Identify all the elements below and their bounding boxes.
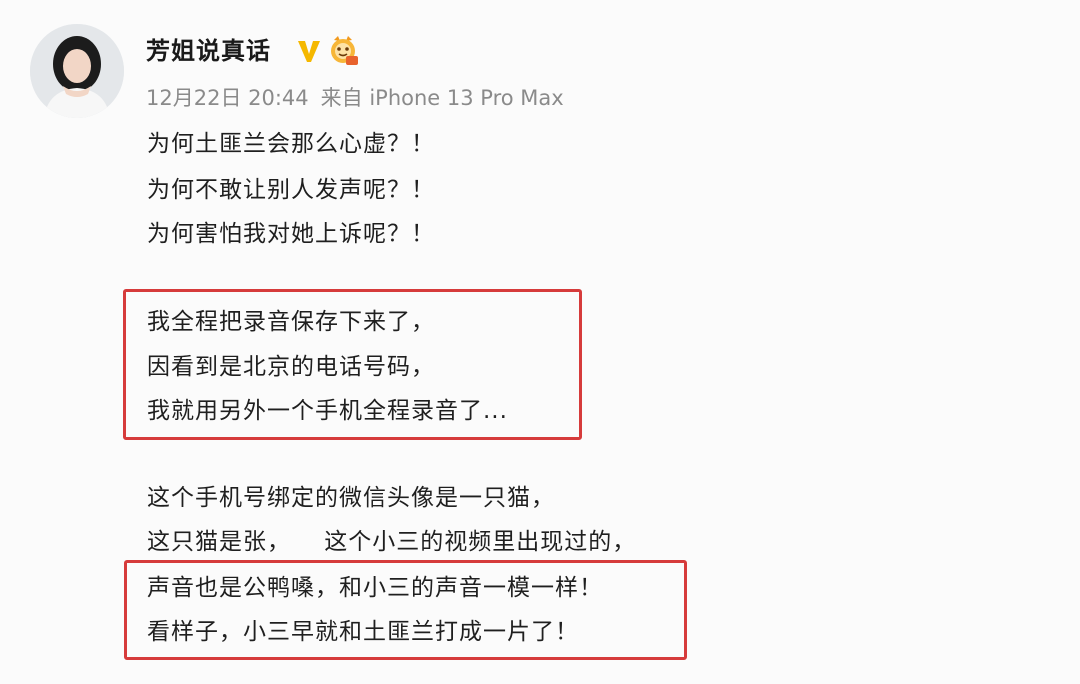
post-line-1: 为何土匪兰会那么心虚？！: [147, 131, 435, 157]
weibo-post-card: 芳姐说真话 12月22日 20:44 来自 iPhone 13 Pro Max 为…: [0, 0, 1080, 684]
post-line-5: 因看到是北京的电话号码，: [147, 354, 435, 380]
post-line-2: 为何不敢让别人发声呢？！: [147, 177, 435, 203]
post-line-7: 这个手机号绑定的微信头像是一只猫，: [147, 485, 555, 511]
post-line-6: 我就用另外一个手机全程录音了...: [147, 398, 508, 424]
avatar-icon: [30, 24, 124, 118]
post-line-10: 看样子，小三早就和土匪兰打成一片了！: [147, 619, 579, 645]
avatar[interactable]: [30, 24, 124, 118]
post-meta: 12月22日 20:44 来自 iPhone 13 Pro Max: [146, 84, 564, 112]
post-line-3: 为何害怕我对她上诉呢？！: [147, 221, 435, 247]
username[interactable]: 芳姐说真话: [146, 36, 271, 66]
post-line-8: 这只猫是张， 这个小三的视频里出现过的，: [147, 529, 637, 555]
post-source: 来自 iPhone 13 Pro Max: [320, 86, 564, 110]
v-verified-icon: [298, 41, 320, 62]
member-badge-icon[interactable]: [326, 34, 360, 66]
post-timestamp[interactable]: 12月22日 20:44: [146, 86, 309, 110]
post-line-4: 我全程把录音保存下来了，: [147, 309, 435, 335]
post-line-9: 声音也是公鸭嗓，和小三的声音一模一样！: [147, 575, 603, 601]
